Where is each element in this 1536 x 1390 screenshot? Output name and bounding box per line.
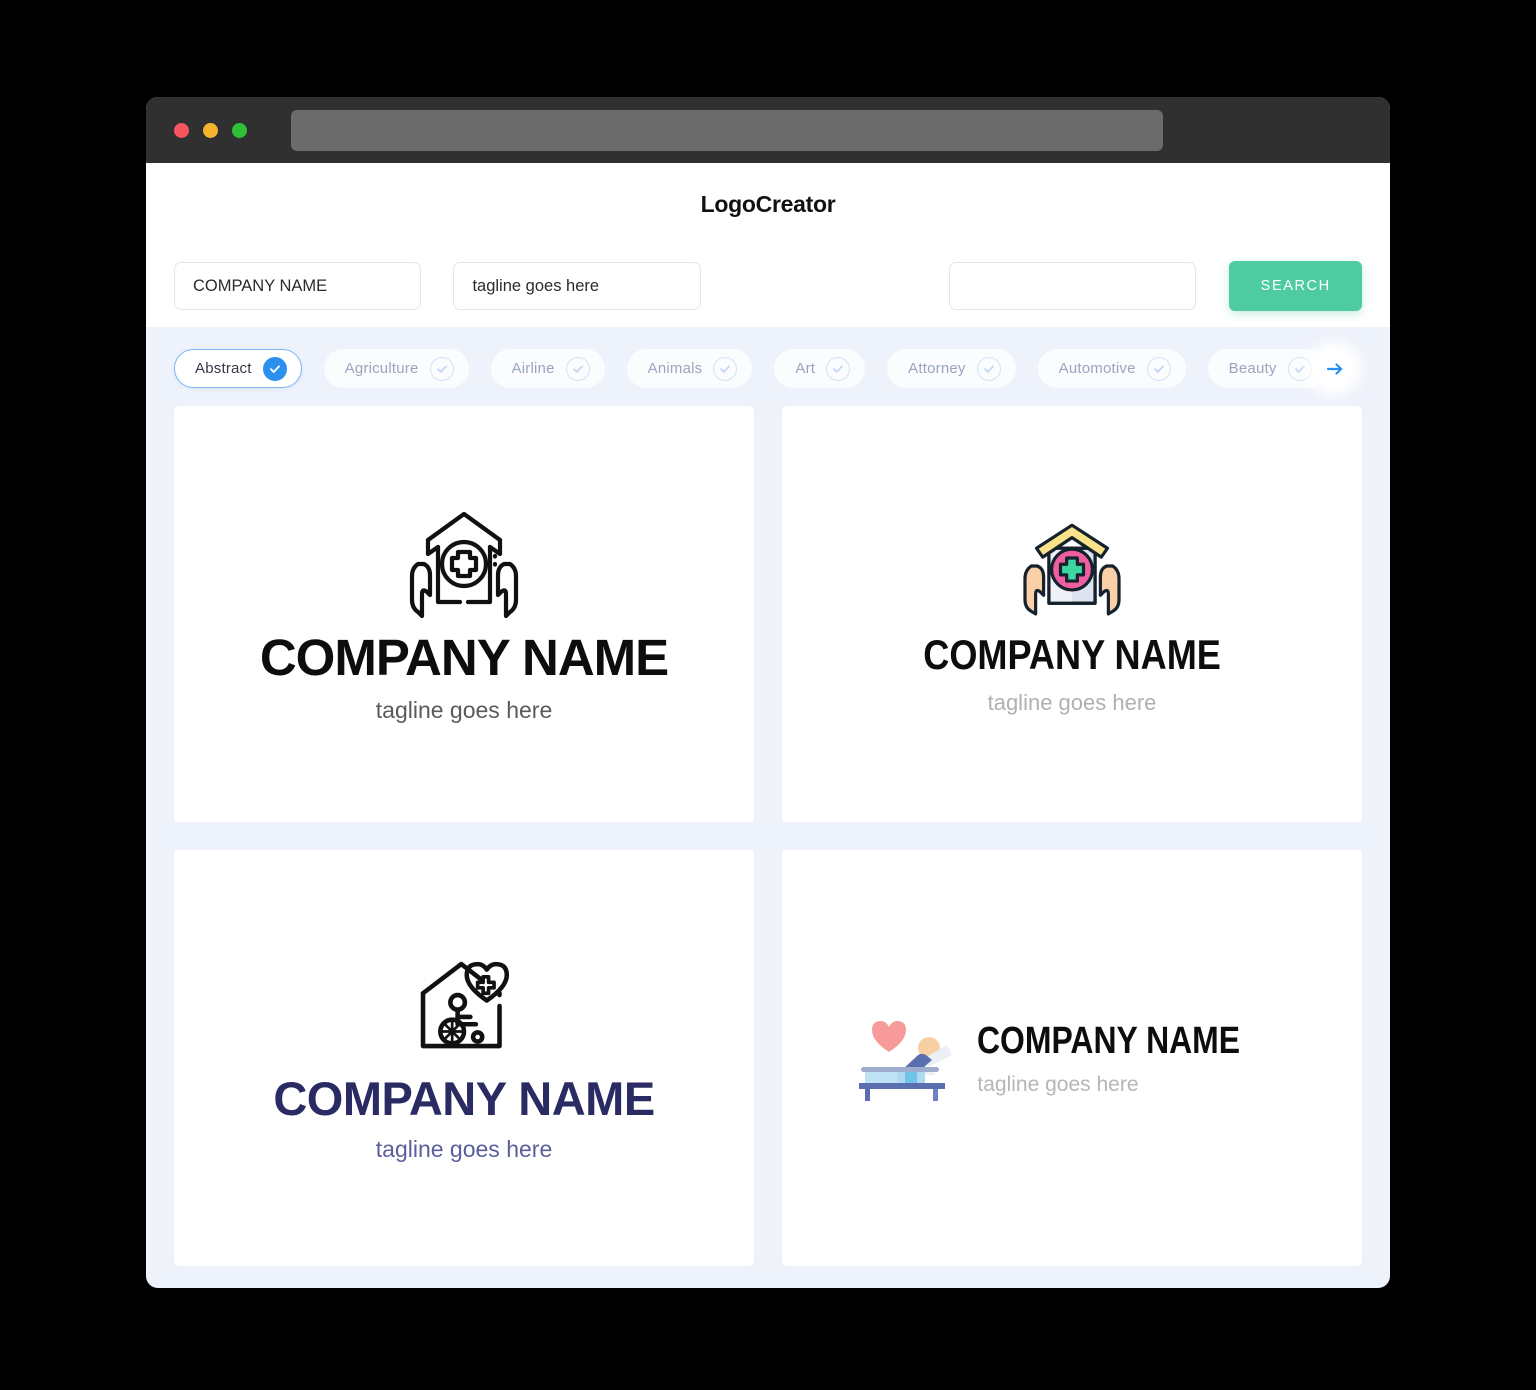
search-toolbar: COMPANY NAME tagline goes here SEARCH	[146, 245, 1390, 327]
category-chip-label: Beauty	[1228, 360, 1277, 377]
company-name-input[interactable]: COMPANY NAME	[174, 262, 422, 310]
logo-results-grid: COMPANY NAME tagline goes here COMPANY N…	[146, 406, 1390, 1266]
logo-tagline: tagline goes here	[375, 697, 553, 723]
minimize-window-button[interactable]	[203, 122, 218, 138]
window-controls	[174, 122, 247, 138]
check-circle-icon	[1287, 356, 1312, 381]
category-chip-label: Animals	[647, 360, 703, 377]
check-circle-icon	[826, 356, 851, 381]
maximize-window-button[interactable]	[232, 122, 247, 138]
category-chip-label: Attorney	[908, 360, 966, 377]
category-chip-label: Airline	[511, 360, 555, 377]
logo-card[interactable]: COMPANY NAME tagline goes here	[782, 406, 1362, 822]
category-chip-label: Agriculture	[344, 360, 419, 377]
url-bar[interactable]	[291, 109, 1163, 151]
category-chip-art[interactable]: Art	[774, 349, 866, 388]
arrow-right-icon	[1325, 359, 1345, 379]
logo-preview: COMPANY NAME tagline goes here	[273, 955, 655, 1162]
search-button[interactable]: SEARCH	[1229, 261, 1363, 311]
logo-company-name: COMPANY NAME	[977, 1019, 1241, 1062]
category-chip-abstract[interactable]: Abstract	[174, 349, 302, 388]
house-hands-medical-cross-color-icon	[1017, 514, 1127, 618]
logo-company-name: COMPANY NAME	[273, 1072, 655, 1125]
check-circle-icon	[429, 356, 454, 381]
house-hands-medical-cross-outline-icon	[402, 506, 526, 618]
browser-chrome	[146, 97, 1390, 163]
close-window-button[interactable]	[174, 122, 189, 138]
category-chip-agriculture[interactable]: Agriculture	[323, 349, 469, 388]
logo-tagline: tagline goes here	[977, 1072, 1139, 1096]
logo-preview: COMPANY NAME tagline goes here	[259, 506, 669, 723]
brand-title: LogoCreator	[700, 190, 836, 217]
category-chip-automotive[interactable]: Automotive	[1037, 349, 1186, 388]
logo-card[interactable]: COMPANY NAME tagline goes here	[174, 406, 754, 822]
category-chip-beauty[interactable]: Beauty	[1207, 349, 1327, 388]
browser-window: LogoCreator COMPANY NAME tagline goes he…	[146, 97, 1390, 1288]
extra-input[interactable]	[948, 262, 1197, 310]
next-categories-button[interactable]	[1315, 349, 1354, 388]
app-header: LogoCreator	[146, 163, 1390, 245]
logo-company-name: COMPANY NAME	[923, 631, 1221, 678]
logo-tagline: tagline goes here	[375, 1136, 553, 1162]
category-chip-label: Automotive	[1058, 360, 1136, 377]
logo-company-name: COMPANY NAME	[259, 629, 669, 686]
category-chip-label: Art	[795, 360, 816, 377]
category-chip-animals[interactable]: Animals	[626, 349, 753, 388]
tagline-input[interactable]: tagline goes here	[453, 262, 701, 310]
check-circle-icon	[262, 356, 287, 381]
check-circle-icon	[713, 356, 738, 381]
category-chip-airline[interactable]: Airline	[490, 349, 605, 388]
check-circle-icon	[1146, 356, 1171, 381]
logo-preview: COMPANY NAME tagline goes here	[899, 514, 1245, 714]
logo-card[interactable]: COMPANY NAME tagline goes here	[782, 850, 1362, 1266]
logo-card[interactable]: COMPANY NAME tagline goes here	[174, 850, 754, 1266]
check-circle-icon	[976, 356, 1001, 381]
hospital-bed-patient-heart-icon	[853, 1015, 953, 1101]
check-circle-icon	[565, 356, 590, 381]
category-chip-attorney[interactable]: Attorney	[887, 349, 1016, 388]
category-chip-label: Abstract	[195, 360, 252, 377]
logo-tagline: tagline goes here	[987, 690, 1157, 715]
category-filter-bar: Abstract Agriculture Airline Animals Art Atto…	[146, 327, 1390, 406]
house-wheelchair-heart-outline-icon	[410, 955, 518, 1057]
logo-preview: COMPANY NAME tagline goes here	[853, 1015, 1290, 1101]
